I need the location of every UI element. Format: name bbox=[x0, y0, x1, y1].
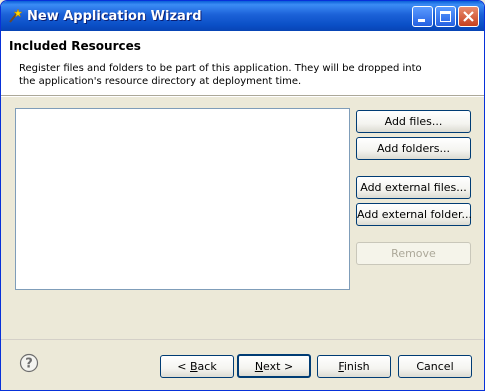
resources-list[interactable] bbox=[15, 108, 350, 290]
wizard-icon bbox=[7, 8, 23, 24]
window-title: New Application Wizard bbox=[27, 9, 202, 24]
page-title: Included Resources bbox=[9, 39, 141, 53]
minimize-button[interactable] bbox=[412, 6, 433, 27]
add-external-folder-button[interactable]: Add external folder... bbox=[356, 203, 472, 226]
finish-label-suffix: inish bbox=[343, 360, 370, 373]
header-divider bbox=[1, 96, 484, 97]
back-button[interactable]: < Back bbox=[160, 355, 234, 378]
close-icon bbox=[463, 11, 474, 22]
page-description: Register files and folders to be part of… bbox=[19, 63, 422, 87]
minimize-icon bbox=[418, 19, 425, 22]
cancel-button[interactable]: Cancel bbox=[398, 355, 472, 378]
back-label-mnemonic: B bbox=[190, 360, 198, 373]
add-external-files-button[interactable]: Add external files... bbox=[356, 176, 471, 199]
maximize-button[interactable] bbox=[435, 6, 456, 27]
add-folders-button[interactable]: Add folders... bbox=[356, 137, 471, 160]
footer-divider bbox=[1, 339, 484, 340]
add-files-button[interactable]: Add files... bbox=[356, 110, 471, 133]
wizard-header: Included Resources Register files and fo… bbox=[1, 31, 484, 96]
back-label-prefix: < bbox=[177, 360, 190, 373]
next-label-mnemonic: N bbox=[254, 360, 264, 373]
close-button[interactable] bbox=[458, 6, 479, 27]
svg-text:?: ? bbox=[25, 357, 33, 372]
help-button[interactable]: ? bbox=[19, 353, 39, 373]
wizard-window: New Application Wizard Included Resource… bbox=[0, 0, 485, 391]
back-label-suffix: ack bbox=[197, 360, 217, 373]
finish-button[interactable]: Finish bbox=[317, 355, 391, 378]
help-icon: ? bbox=[19, 353, 39, 373]
next-button[interactable]: Next > bbox=[237, 354, 311, 378]
title-bar[interactable]: New Application Wizard bbox=[1, 1, 484, 31]
remove-button[interactable]: Remove bbox=[356, 242, 471, 265]
maximize-icon bbox=[440, 11, 451, 22]
next-label-suffix: ext > bbox=[263, 360, 294, 373]
